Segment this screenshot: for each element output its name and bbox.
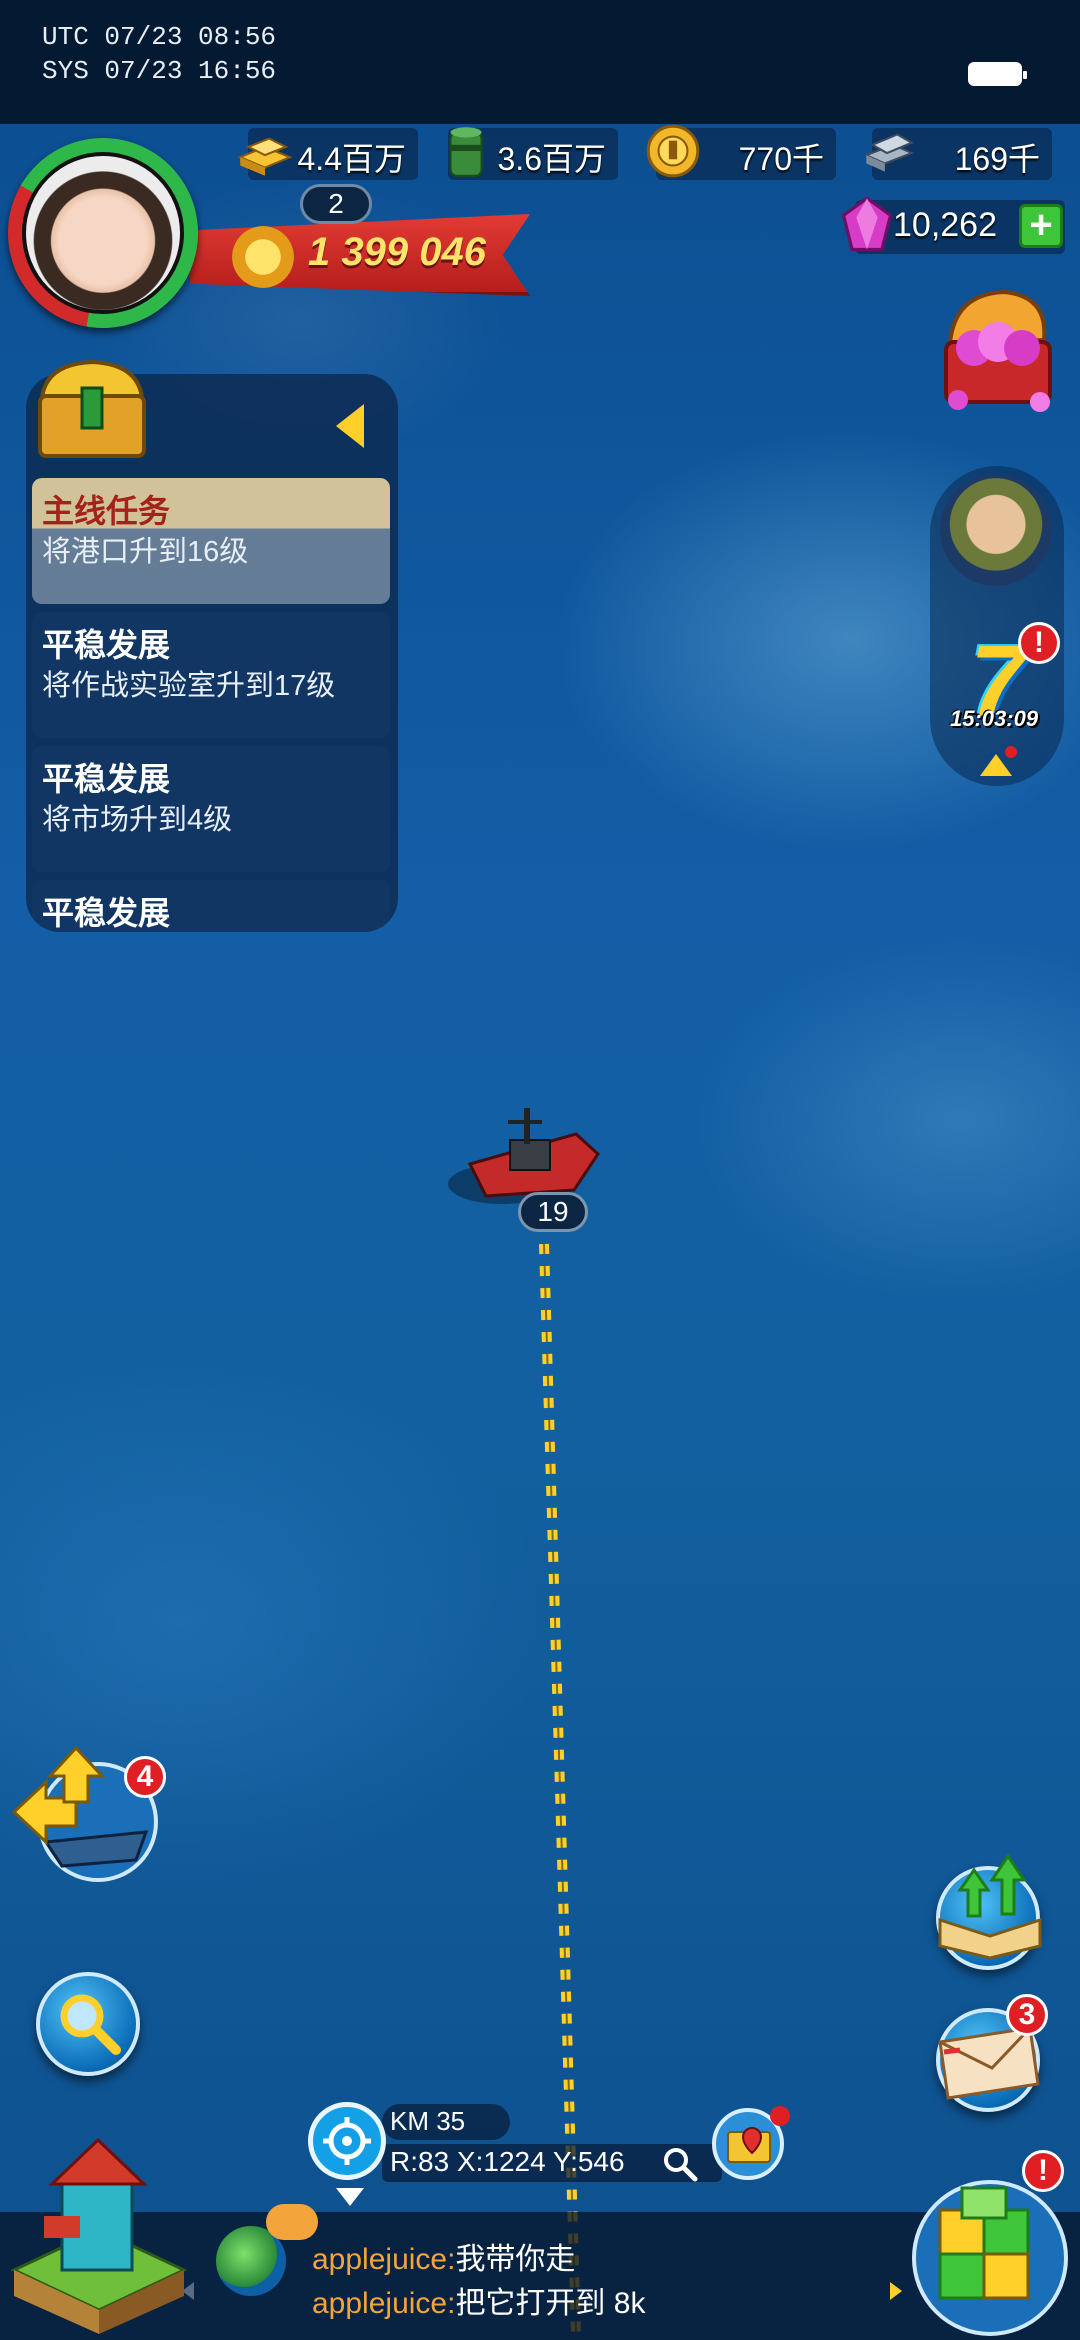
mail-count-badge: 3 (1006, 1994, 1048, 2036)
coordinate-readout: R:83 X:1224 Y:546 (390, 2146, 625, 2177)
treasure-chest-icon[interactable] (924, 284, 1070, 424)
quest-chest-icon[interactable] (34, 358, 150, 462)
steel-icon (863, 133, 915, 172)
hero-portrait-icon[interactable] (940, 474, 1052, 586)
utc-time: UTC 07/23 08:56 (42, 22, 277, 52)
quest-item-main[interactable]: 主线任务 将港口升到16级 (32, 478, 390, 604)
locate-button[interactable] (308, 2102, 386, 2180)
collapse-quest-arrow[interactable] (336, 404, 364, 448)
search-icon (60, 1994, 121, 2055)
steel-value: 169千 (954, 141, 1040, 177)
search-button[interactable] (36, 1972, 140, 2076)
chat-message: applejuice:把它打开到 8k (312, 2278, 645, 2322)
resource-steel[interactable]: 169千 (863, 128, 1052, 180)
quest-title: 平稳发展 (42, 761, 171, 797)
gem-icon (841, 196, 893, 252)
battery-icon (968, 62, 1027, 86)
map-pin-icon (727, 2126, 771, 2163)
quest-item[interactable]: 平稳发展 (32, 880, 390, 932)
chat-text: 把它打开到 8k (455, 2287, 646, 2320)
sys-time: SYS 07/23 16:56 (42, 56, 277, 86)
chat-expand-caret[interactable] (336, 2188, 364, 2206)
eagle-icon (232, 226, 294, 288)
gold-value: 4.4百万 (297, 141, 407, 177)
fleet-count-badge: 4 (124, 1756, 166, 1798)
avatar-photo (22, 152, 184, 314)
map-bookmark-button[interactable] (712, 2106, 790, 2180)
oil-icon (449, 127, 483, 177)
resource-gold[interactable]: 4.4百万 (237, 128, 418, 180)
ship-level-badge: 19 (518, 1192, 588, 1232)
hero-alert-badge: ! (1018, 622, 1060, 664)
home-base-icon[interactable] (4, 2120, 194, 2340)
quest-title: 主线任务 (42, 493, 171, 529)
coin-icon (646, 124, 700, 178)
chat-text: 我带你走 (455, 2243, 576, 2276)
quest-desc: 将市场升到4级 (42, 804, 233, 836)
map-dot-indicator (770, 2106, 790, 2126)
power-value: 1 399 046 (308, 230, 486, 274)
gold-icon (237, 137, 293, 176)
chat-sender: applejuice: (312, 2287, 456, 2320)
avatar[interactable] (8, 138, 198, 328)
chat-bubble-icon (266, 2204, 318, 2240)
quest-title: 平稳发展 (42, 627, 171, 663)
resource-coin[interactable]: 770千 (646, 124, 836, 180)
oil-value: 3.6百万 (497, 141, 607, 177)
player-level-badge: 2 (300, 184, 372, 224)
event-timer: 15:03:09 (950, 706, 1039, 731)
upgrade-book-icon (938, 1853, 1042, 1960)
gem-value: 10,262 (893, 206, 997, 244)
system-status-bar: UTC 07/23 08:56 SYS 07/23 16:56 (0, 0, 1080, 124)
coin-value: 770千 (738, 141, 824, 177)
coord-search-icon[interactable] (662, 2146, 698, 2182)
quest-desc: 将港口升到16级 (42, 536, 249, 568)
chat-message: applejuice:我带你走 (312, 2234, 575, 2278)
quest-title: 平稳发展 (42, 895, 171, 931)
hero-expand-arrow[interactable] (980, 754, 1012, 776)
quest-item[interactable]: 平稳发展 将市场升到4级 (32, 746, 390, 872)
chat-sender: applejuice: (312, 2243, 456, 2276)
build-alert-badge: ! (1022, 2150, 1064, 2192)
quest-desc: 将作战实验室升到17级 (42, 670, 336, 702)
gem-counter[interactable]: 10,262 + (841, 196, 1065, 254)
locate-icon (323, 2117, 371, 2165)
upgrade-button[interactable] (936, 1853, 1042, 1970)
quest-item[interactable]: 平稳发展 将作战实验室升到17级 (32, 612, 390, 738)
plus-icon[interactable]: + (1019, 204, 1063, 248)
resource-oil[interactable]: 3.6百万 (448, 127, 618, 180)
km-label: KM 35 (390, 2106, 466, 2136)
